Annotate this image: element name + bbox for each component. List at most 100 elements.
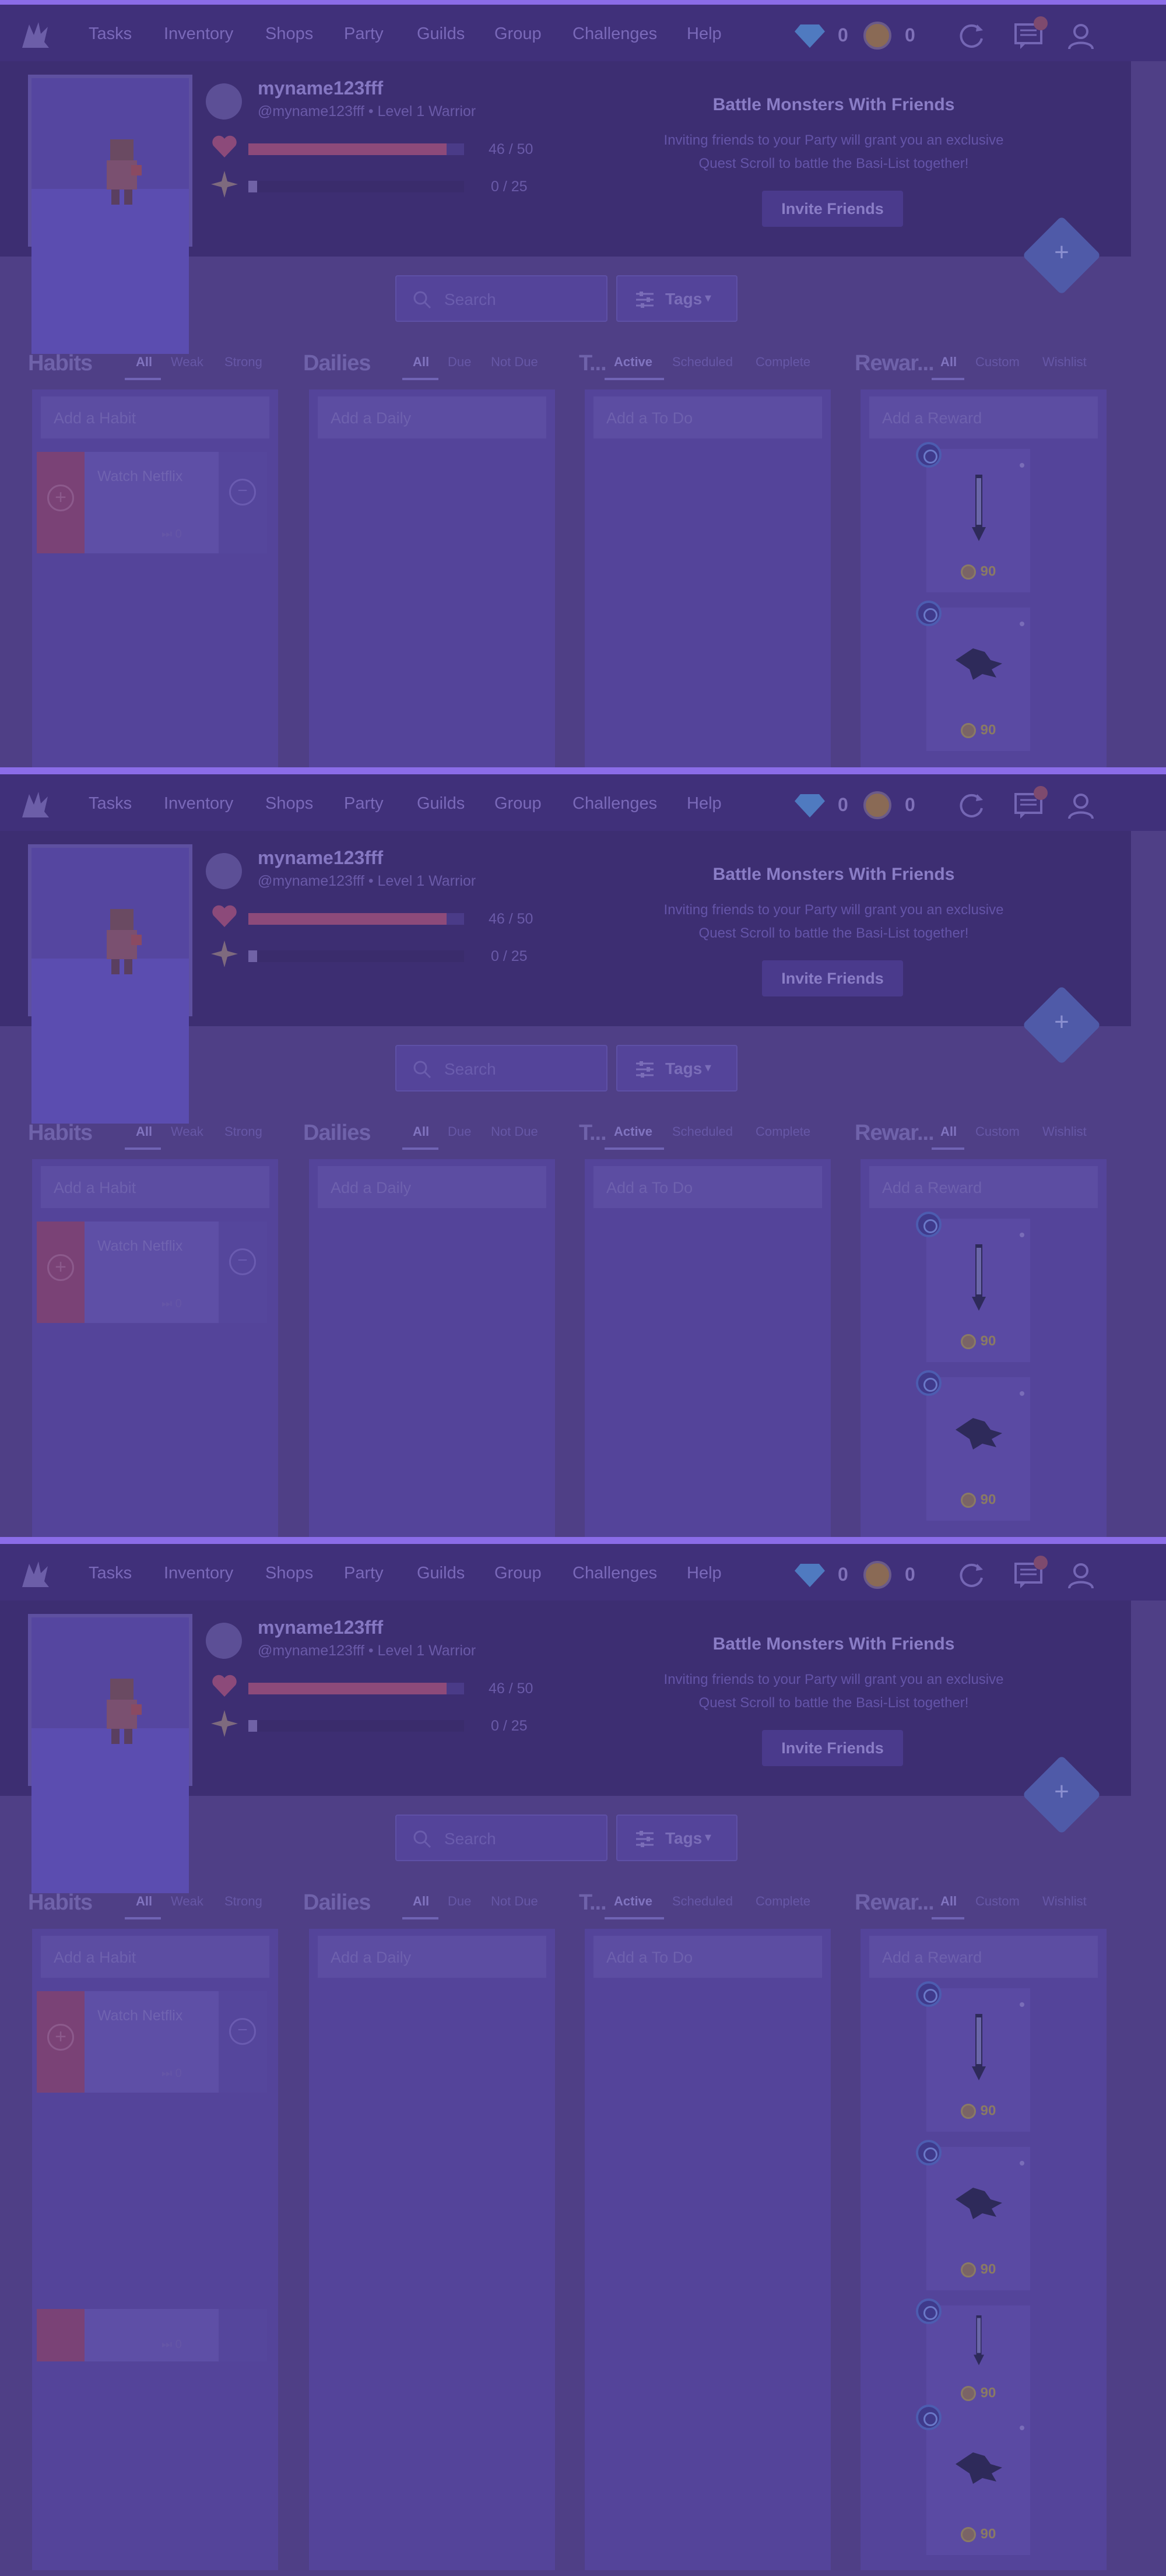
reward-card[interactable]: 90: [916, 1370, 1030, 1521]
add-daily-input[interactable]: Add a Daily: [318, 396, 546, 438]
nav-party[interactable]: Party: [344, 794, 384, 813]
reward-menu-icon[interactable]: [1020, 1233, 1024, 1237]
habit-minus-button[interactable]: −: [219, 452, 267, 553]
nav-help[interactable]: Help: [687, 24, 722, 44]
add-reward-input[interactable]: Add a Reward: [869, 396, 1098, 438]
rewards-filter-wishlist[interactable]: Wishlist: [1042, 1894, 1087, 1909]
invite-friends-button[interactable]: Invite Friends: [762, 191, 903, 227]
search-input[interactable]: Search: [395, 1045, 607, 1092]
logo-icon[interactable]: [17, 1558, 52, 1593]
rewards-filter-wishlist[interactable]: Wishlist: [1042, 1124, 1087, 1139]
pin-icon[interactable]: [916, 2405, 942, 2430]
rewards-filter-custom[interactable]: Custom: [975, 1894, 1020, 1909]
add-habit-input[interactable]: Add a Habit: [41, 1166, 269, 1208]
tags-dropdown[interactable]: Tags ▾: [616, 1045, 737, 1092]
nav-guilds[interactable]: Guilds: [417, 1564, 465, 1583]
dailies-filter-not-due[interactable]: Not Due: [491, 1124, 538, 1139]
nav-party[interactable]: Party: [344, 24, 384, 44]
reward-menu-icon[interactable]: [1020, 2426, 1024, 2430]
pin-icon[interactable]: [916, 601, 942, 626]
habit-minus-button[interactable]: −: [219, 1991, 267, 2093]
habit-body[interactable]: ⏭ 0: [85, 2309, 219, 2361]
dailies-filter-all[interactable]: All: [413, 1124, 429, 1139]
pin-icon[interactable]: [916, 442, 942, 468]
reward-card[interactable]: 90: [916, 2298, 1030, 2412]
pin-icon[interactable]: [916, 1981, 942, 2007]
nav-challenges[interactable]: Challenges: [573, 1564, 657, 1583]
dailies-filter-not-due[interactable]: Not Due: [491, 355, 538, 370]
reward-card[interactable]: 90: [916, 2405, 1030, 2555]
habit-card[interactable]: + Watch Netflix ⏭ 0 −: [37, 452, 267, 553]
avatar[interactable]: [28, 844, 192, 1124]
tags-dropdown[interactable]: Tags ▾: [616, 275, 737, 322]
pin-icon[interactable]: [916, 1212, 942, 1237]
rewards-filter-custom[interactable]: Custom: [975, 355, 1020, 370]
habits-filter-strong[interactable]: Strong: [224, 355, 262, 370]
rewards-filter-all[interactable]: All: [940, 355, 957, 370]
habit-plus-button[interactable]: +: [37, 1991, 85, 2093]
habit-minus-button[interactable]: −: [219, 1222, 267, 1323]
nav-group[interactable]: Group: [494, 24, 542, 44]
rewards-filter-all[interactable]: All: [940, 1124, 957, 1139]
habits-filter-all[interactable]: All: [136, 1124, 152, 1139]
pin-icon[interactable]: [916, 2140, 942, 2166]
add-reward-input[interactable]: Add a Reward: [869, 1166, 1098, 1208]
add-daily-input[interactable]: Add a Daily: [318, 1166, 546, 1208]
nav-tasks[interactable]: Tasks: [89, 794, 132, 813]
habits-filter-weak[interactable]: Weak: [171, 355, 203, 370]
reward-card[interactable]: 90: [916, 2140, 1030, 2290]
sync-icon[interactable]: [956, 1560, 986, 1591]
nav-help[interactable]: Help: [687, 1564, 722, 1583]
nav-group[interactable]: Group: [494, 794, 542, 813]
logo-icon[interactable]: [17, 19, 52, 54]
todos-filter-complete[interactable]: Complete: [756, 1894, 810, 1909]
user-icon[interactable]: [1066, 1560, 1096, 1591]
nav-party[interactable]: Party: [344, 1564, 384, 1583]
reward-card[interactable]: 90: [916, 1981, 1030, 2132]
reward-menu-icon[interactable]: [1020, 463, 1024, 468]
dailies-filter-due[interactable]: Due: [448, 1894, 471, 1909]
user-icon[interactable]: [1066, 791, 1096, 821]
habit-card-dragging[interactable]: ⏭ 0: [37, 2309, 267, 2361]
rewards-filter-custom[interactable]: Custom: [975, 1124, 1020, 1139]
user-icon[interactable]: [1066, 21, 1096, 51]
dailies-filter-not-due[interactable]: Not Due: [491, 1894, 538, 1909]
reward-menu-icon[interactable]: [1020, 622, 1024, 626]
todos-filter-complete[interactable]: Complete: [756, 355, 810, 370]
pin-icon[interactable]: [916, 1370, 942, 1396]
nav-shops[interactable]: Shops: [265, 794, 313, 813]
nav-challenges[interactable]: Challenges: [573, 794, 657, 813]
logo-icon[interactable]: [17, 788, 52, 823]
nav-group[interactable]: Group: [494, 1564, 542, 1583]
sync-icon[interactable]: [956, 791, 986, 821]
avatar[interactable]: [28, 1614, 192, 1893]
dailies-filter-all[interactable]: All: [413, 355, 429, 370]
reward-menu-icon[interactable]: [1020, 2002, 1024, 2007]
habit-body[interactable]: Watch Netflix ⏭ 0: [85, 1991, 219, 2093]
rewards-filter-all[interactable]: All: [940, 1894, 957, 1909]
dailies-filter-due[interactable]: Due: [448, 1124, 471, 1139]
habits-filter-weak[interactable]: Weak: [171, 1124, 203, 1139]
habit-body[interactable]: Watch Netflix ⏭ 0: [85, 452, 219, 553]
add-habit-input[interactable]: Add a Habit: [41, 396, 269, 438]
habit-card[interactable]: + Watch Netflix ⏭ 0 −: [37, 1222, 267, 1323]
habits-filter-strong[interactable]: Strong: [224, 1124, 262, 1139]
todos-filter-active[interactable]: Active: [614, 355, 652, 370]
search-input[interactable]: Search: [395, 1815, 607, 1861]
nav-tasks[interactable]: Tasks: [89, 1564, 132, 1583]
nav-inventory[interactable]: Inventory: [164, 1564, 233, 1583]
tags-dropdown[interactable]: Tags ▾: [616, 1815, 737, 1861]
sync-icon[interactable]: [956, 21, 986, 51]
nav-help[interactable]: Help: [687, 794, 722, 813]
habit-minus-button[interactable]: [219, 2309, 267, 2361]
nav-guilds[interactable]: Guilds: [417, 794, 465, 813]
invite-friends-button[interactable]: Invite Friends: [762, 1730, 903, 1766]
add-reward-input[interactable]: Add a Reward: [869, 1936, 1098, 1978]
search-input[interactable]: Search: [395, 275, 607, 322]
todos-filter-scheduled[interactable]: Scheduled: [672, 1124, 733, 1139]
reward-card[interactable]: 90: [916, 1212, 1030, 1362]
nav-inventory[interactable]: Inventory: [164, 794, 233, 813]
nav-inventory[interactable]: Inventory: [164, 24, 233, 44]
todos-filter-complete[interactable]: Complete: [756, 1124, 810, 1139]
rewards-filter-wishlist[interactable]: Wishlist: [1042, 355, 1087, 370]
